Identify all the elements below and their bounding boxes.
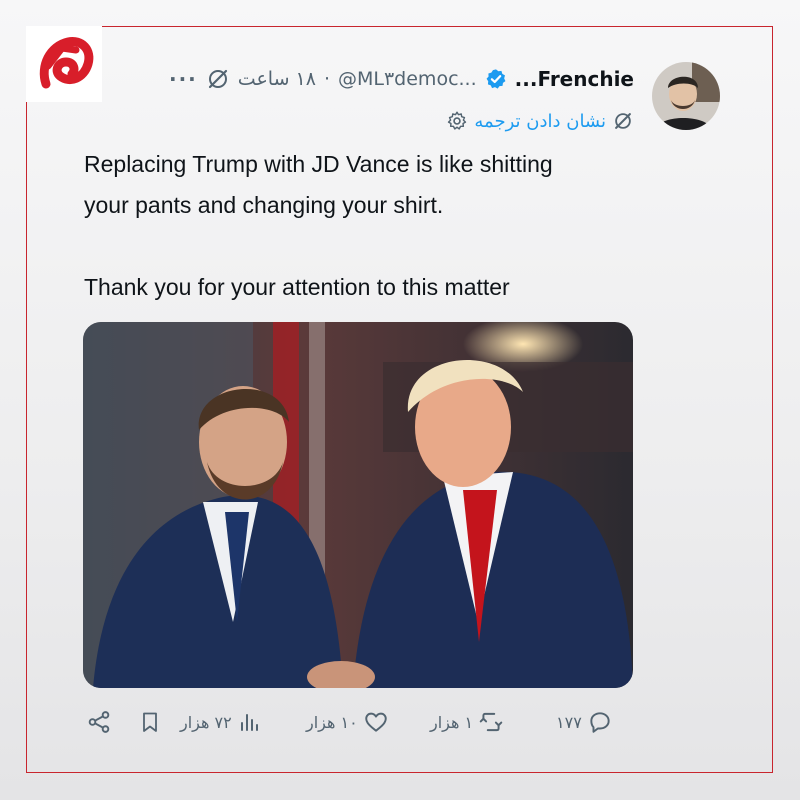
grok-icon[interactable] (206, 67, 230, 91)
timestamp[interactable]: ۱۸ ساعت (238, 68, 316, 90)
bookmark-button[interactable] (138, 704, 162, 740)
show-translation-link[interactable]: نشان دادن ترجمه (446, 108, 634, 134)
tweet: Frenchie... @ML۳democ... · ۱۸ ساعت ··· ن… (78, 56, 728, 756)
retweet-button[interactable]: ۱ هزار (430, 704, 504, 740)
reply-button[interactable]: ۱۷۷ (556, 704, 613, 740)
more-options-button[interactable]: ··· (169, 67, 198, 91)
user-handle[interactable]: @ML۳democ... (338, 68, 477, 90)
avatar[interactable] (652, 62, 720, 130)
share-button[interactable] (86, 704, 112, 740)
show-translation-label: نشان دادن ترجمه (474, 110, 606, 132)
display-name[interactable]: Frenchie... (515, 67, 634, 91)
retweet-icon (479, 712, 503, 732)
like-button[interactable]: ۱۰ هزار (306, 704, 389, 740)
share-icon (88, 711, 110, 733)
avatar-image (652, 62, 720, 130)
heart-icon (364, 712, 387, 732)
retweet-count: ۱ هزار (430, 712, 474, 732)
tweet-actions: ۱۷۷ ۱ هزار ۱۰ هزار ۷۲ هزار (78, 704, 638, 740)
photo-image (83, 322, 633, 688)
tweet-header: Frenchie... @ML۳democ... · ۱۸ ساعت ··· (74, 64, 634, 94)
tweet-text: Replacing Trump with JD Vance is like sh… (84, 151, 553, 300)
views-count: ۷۲ هزار (180, 712, 232, 732)
views-bar-icon (240, 714, 258, 731)
grok-icon (615, 113, 631, 129)
tweet-photo[interactable] (83, 322, 633, 688)
bookmark-icon (143, 712, 157, 732)
reply-icon (590, 712, 610, 733)
reply-count: ۱۷۷ (556, 712, 582, 732)
header-separator: · (323, 68, 330, 90)
gear-icon[interactable] (446, 110, 468, 132)
like-count: ۱۰ هزار (306, 712, 358, 732)
verified-badge-icon (486, 69, 506, 89)
views-button[interactable]: ۷۲ هزار (180, 704, 261, 740)
